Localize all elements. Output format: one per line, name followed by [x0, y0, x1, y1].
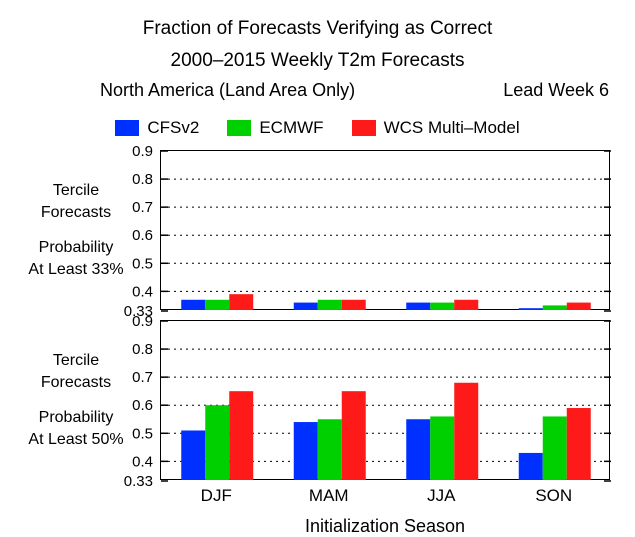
legend-swatch [352, 120, 376, 136]
bar [519, 453, 543, 480]
legend-item: ECMWF [227, 118, 323, 138]
x-category-label: DJF [201, 486, 232, 506]
x-category-label: JJA [427, 486, 455, 506]
panel-1: 0.330.40.50.60.70.80.9 [160, 320, 610, 480]
bar [318, 419, 342, 480]
x-category-label: MAM [309, 486, 349, 506]
bar [454, 300, 478, 310]
legend-swatch [227, 120, 251, 136]
bar [543, 416, 567, 480]
svg-text:0.4: 0.4 [132, 453, 153, 470]
bar [342, 300, 366, 310]
plots-area: 0.330.40.50.60.70.80.9 0.330.40.50.60.70… [160, 150, 610, 480]
title-line-1: Fraction of Forecasts Verifying as Corre… [0, 14, 635, 44]
bar [543, 305, 567, 310]
bar [430, 303, 454, 310]
bar [205, 300, 229, 310]
bar [205, 405, 229, 480]
panel-1-ylabel: TercileForecastsProbabilityAt Least 50% [0, 350, 152, 450]
subtitle-row: North America (Land Area Only) Lead Week… [100, 80, 615, 101]
bar [294, 422, 318, 480]
legend-swatch [115, 120, 139, 136]
legend-item: CFSv2 [115, 118, 199, 138]
bar [567, 408, 591, 480]
legend-label: CFSv2 [147, 118, 199, 138]
bar [342, 391, 366, 480]
region-label: North America (Land Area Only) [100, 80, 355, 101]
bar [181, 430, 205, 480]
bar [181, 300, 205, 310]
legend-label: WCS Multi–Model [384, 118, 520, 138]
legend-label: ECMWF [259, 118, 323, 138]
panel-0-ylabel: TercileForecastsProbabilityAt Least 33% [0, 180, 152, 280]
chart-page: { "titles": { "line1": "Fraction of Fore… [0, 0, 635, 537]
bar [519, 308, 543, 310]
bar [406, 419, 430, 480]
title-block: Fraction of Forecasts Verifying as Corre… [0, 0, 635, 77]
legend: CFSv2 ECMWF WCS Multi–Model [0, 118, 635, 138]
lead-label: Lead Week 6 [503, 80, 615, 101]
bar [454, 383, 478, 480]
panel-0: 0.330.40.50.60.70.80.9 [160, 150, 610, 310]
bar [318, 300, 342, 310]
bar [430, 416, 454, 480]
x-category-label: SON [535, 486, 572, 506]
svg-text:0.4: 0.4 [132, 283, 153, 300]
legend-item: WCS Multi–Model [352, 118, 520, 138]
x-axis-title: Initialization Season [160, 516, 610, 537]
bar [294, 303, 318, 310]
svg-text:0.33: 0.33 [124, 473, 153, 490]
svg-text:0.9: 0.9 [132, 143, 153, 160]
svg-text:0.9: 0.9 [132, 313, 153, 330]
title-line-2: 2000–2015 Weekly T2m Forecasts [0, 46, 635, 76]
bar [229, 294, 253, 310]
bar [567, 303, 591, 310]
bar [229, 391, 253, 480]
bar [406, 303, 430, 310]
